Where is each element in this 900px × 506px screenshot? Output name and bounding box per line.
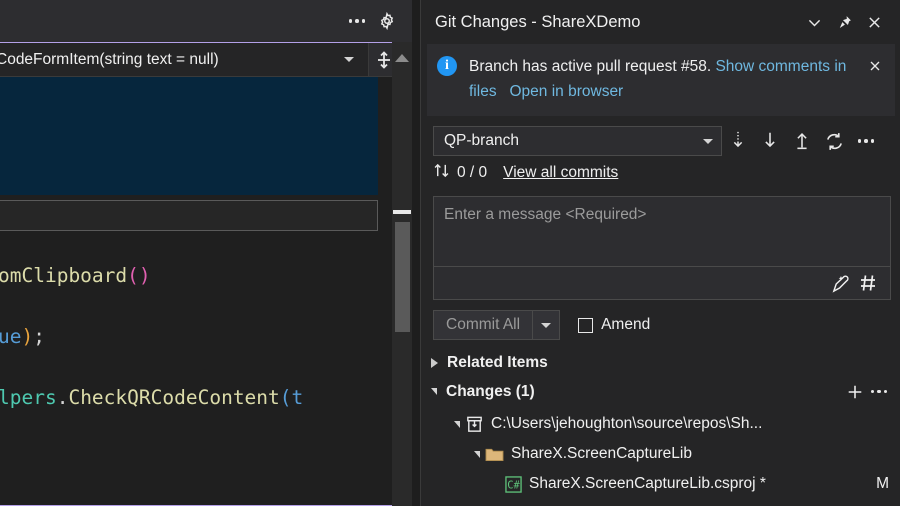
- code-line: lpers.CheckQRCodeContent(t: [0, 367, 378, 428]
- close-icon[interactable]: [859, 7, 889, 37]
- branch-name: QP-branch: [444, 132, 703, 150]
- info-bar-message: Branch has active pull request #58.: [469, 58, 715, 75]
- chevron-down-icon: [344, 57, 354, 62]
- pin-icon[interactable]: [829, 7, 859, 37]
- folder-label: ShareX.ScreenCaptureLib: [511, 445, 889, 463]
- repository-icon: [465, 415, 484, 434]
- branch-toolbar-row: QP-branch: [421, 116, 900, 156]
- commit-message-actions: [434, 267, 890, 299]
- amend-checkbox-row[interactable]: Amend: [578, 316, 650, 334]
- close-icon[interactable]: [863, 54, 887, 78]
- editor-focus-frame: CodeFormItem(string text = null) omC: [0, 42, 400, 506]
- commit-all-dropdown[interactable]: [532, 311, 559, 339]
- amend-label: Amend: [601, 316, 650, 334]
- branch-selector[interactable]: QP-branch: [433, 126, 722, 156]
- file-label: ShareX.ScreenCaptureLib.csproj *: [529, 475, 876, 493]
- more-actions-button[interactable]: [850, 126, 882, 156]
- gear-icon[interactable]: [372, 6, 402, 36]
- chevron-right-icon: [431, 358, 438, 368]
- pane-splitter[interactable]: [412, 0, 420, 506]
- code-lines: omClipboard() ue); lpers.CheckQRCodeCont…: [0, 245, 378, 428]
- svg-text:C#: C#: [507, 479, 520, 491]
- open-in-browser-link[interactable]: Open in browser: [510, 83, 624, 100]
- table-row[interactable]: ShareX.ScreenCaptureLib: [421, 439, 900, 469]
- repo-path-label: C:\Users\jehoughton\source\repos\Sh...: [491, 415, 889, 433]
- chevron-down-icon: [541, 323, 551, 328]
- table-row[interactable]: C:\Users\jehoughton\source\repos\Sh...: [421, 409, 900, 439]
- code-selection-block: [0, 77, 378, 195]
- view-all-commits-link[interactable]: View all commits: [503, 164, 618, 182]
- chevron-down-icon[interactable]: [449, 421, 465, 428]
- scroll-up-arrow-icon[interactable]: [392, 42, 412, 68]
- changes-more-button[interactable]: [867, 380, 891, 404]
- hash-issue-icon[interactable]: [854, 269, 882, 297]
- commit-action-row: Commit All Amend: [421, 300, 900, 340]
- commit-all-button[interactable]: Commit All: [433, 310, 560, 340]
- changes-file-tree: C:\Users\jehoughton\source\repos\Sh... S…: [421, 406, 900, 506]
- scrollbar-marker: [393, 210, 411, 214]
- code-line: ue);: [0, 306, 378, 367]
- chevron-down-icon[interactable]: [469, 451, 485, 458]
- editor-more-icon[interactable]: [342, 6, 372, 36]
- commit-message-input[interactable]: Enter a message <Required>: [434, 197, 890, 267]
- scrollbar-thumb[interactable]: [395, 222, 410, 332]
- commit-all-label: Commit All: [434, 316, 532, 334]
- page-title: Git Changes - ShareXDemo: [435, 13, 799, 32]
- commits-summary-row: 0 / 0 View all commits: [421, 156, 900, 188]
- push-button[interactable]: [786, 126, 818, 156]
- amend-checkbox[interactable]: [578, 318, 593, 333]
- folder-icon: [485, 446, 504, 462]
- csharp-file-icon: C#: [505, 476, 522, 493]
- sync-button[interactable]: [818, 126, 850, 156]
- git-changes-titlebar: Git Changes - ShareXDemo: [421, 0, 900, 44]
- editor-member-bar: CodeFormItem(string text = null): [0, 43, 399, 77]
- pull-request-info-bar: i Branch has active pull request #58. Sh…: [427, 44, 895, 116]
- changes-label: Changes (1): [446, 383, 843, 401]
- member-dropdown[interactable]: CodeFormItem(string text = null): [0, 43, 368, 77]
- pull-button[interactable]: [754, 126, 786, 156]
- changes-section[interactable]: Changes (1): [421, 377, 900, 406]
- code-text-area[interactable]: omClipboard() ue); lpers.CheckQRCodeCont…: [0, 77, 399, 506]
- member-dropdown-value: CodeFormItem(string text = null): [0, 51, 344, 69]
- commit-message-box: Enter a message <Required>: [433, 196, 891, 300]
- fetch-button[interactable]: [722, 126, 754, 156]
- chevron-down-icon[interactable]: [799, 7, 829, 37]
- up-down-arrows-icon: [433, 162, 450, 184]
- related-items-section[interactable]: Related Items: [421, 348, 900, 377]
- info-icon: i: [437, 56, 457, 76]
- editor-vertical-scrollbar[interactable]: [392, 42, 412, 506]
- visual-studio-window: CodeFormItem(string text = null) omC: [0, 0, 900, 506]
- commits-count: 0 / 0: [457, 164, 487, 182]
- ai-generate-pen-icon[interactable]: [826, 269, 854, 297]
- git-changes-pane: Git Changes - ShareXDemo i Branch has a: [420, 0, 900, 506]
- chevron-down-icon: [703, 139, 713, 144]
- table-row[interactable]: C# ShareX.ScreenCaptureLib.csproj * M: [421, 469, 900, 499]
- chevron-down-icon: [431, 388, 437, 395]
- info-bar-text: Branch has active pull request #58. Show…: [469, 54, 863, 104]
- code-line: omClipboard(): [0, 245, 378, 306]
- code-inline-box: [0, 200, 378, 231]
- row-status: M: [876, 475, 900, 493]
- plus-icon[interactable]: [843, 380, 867, 404]
- code-editor-pane: CodeFormItem(string text = null) omC: [0, 0, 412, 506]
- editor-toolbar: [0, 0, 412, 42]
- related-items-label: Related Items: [447, 354, 891, 372]
